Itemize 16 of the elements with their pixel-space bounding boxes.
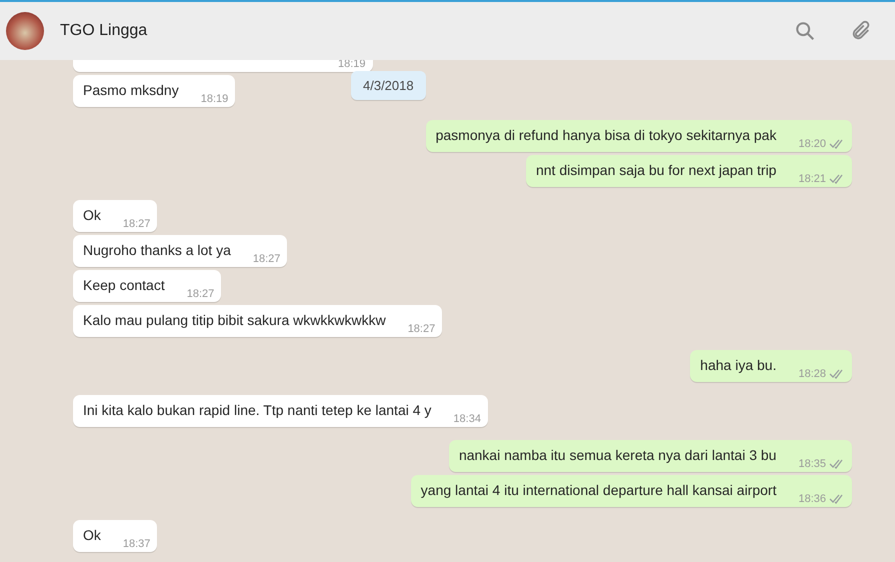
outgoing-message: haha iya bu. 18:28: [690, 350, 852, 382]
outgoing-message: nankai namba itu semua kereta nya dari lantai 3 bu 18:35: [448, 440, 852, 472]
outgoing-message: yang lantai 4 itu international departure hall kansai airport 18:36: [410, 475, 852, 507]
incoming-message: Kalo mau pulang titip bibit sakura wkwkkwkwkkw 18:27: [73, 305, 442, 337]
incoming-message: Ini kita kalo bukan rapid line. Ttp nanti tetep ke lantai 4 y 18:34: [73, 395, 488, 427]
outgoing-message: pasmonya di refund hanya bisa di tokyo sekitarnya pak 18:20: [426, 120, 852, 152]
date-badge: 4/3/2018: [351, 71, 426, 100]
incoming-message: Keep contact 18:27: [73, 270, 222, 302]
incoming-message: Ok 18:27: [73, 200, 158, 232]
search-icon[interactable]: [793, 19, 817, 43]
outgoing-message: nnt disimpan saja bu for next japan trip 18:21: [526, 155, 852, 187]
chat-title: TGO Lingga: [60, 22, 148, 40]
incoming-message: Pasmo mksdny 18:19: [73, 75, 236, 107]
incoming-message: Nugroho thanks a lot ya 18:27: [73, 235, 288, 267]
contact-avatar[interactable]: [6, 12, 44, 50]
incoming-message: Ok 18:37: [73, 520, 158, 552]
